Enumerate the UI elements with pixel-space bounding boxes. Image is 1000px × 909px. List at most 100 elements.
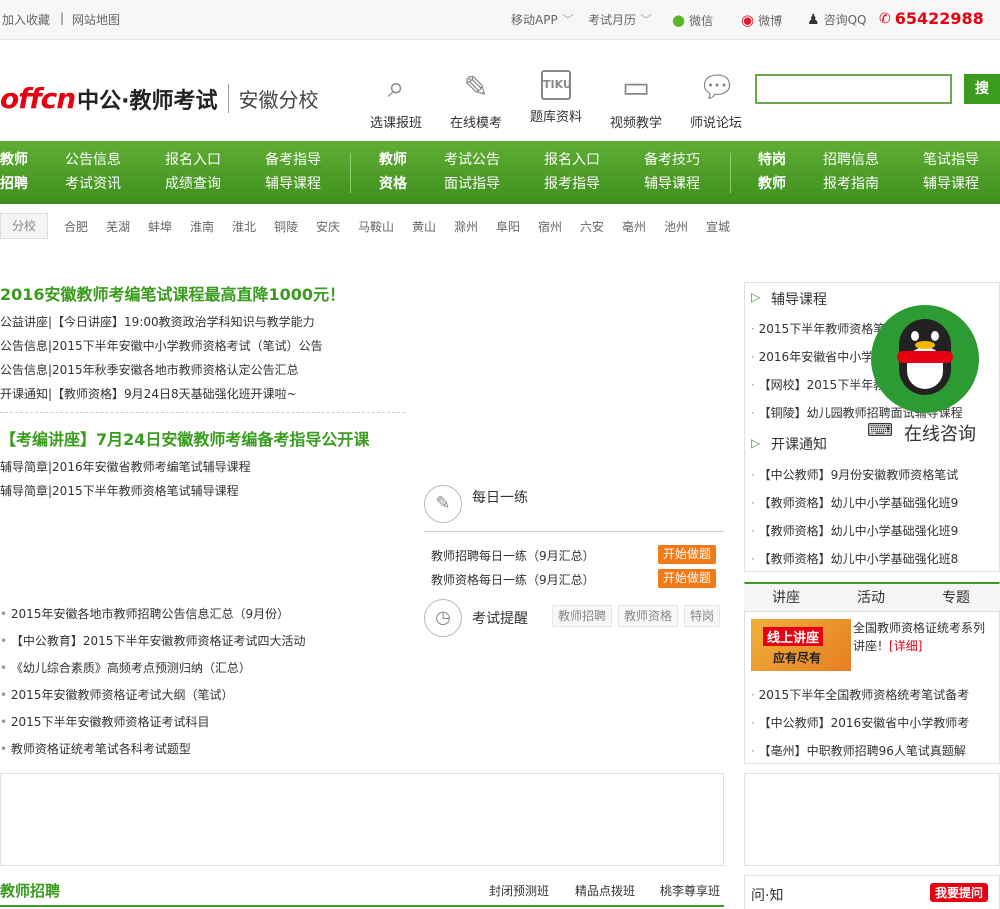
city-link[interactable]: 池州 (664, 218, 688, 235)
nav-link[interactable]: 成绩查询 (165, 172, 221, 196)
qa-title: 问·知 (751, 888, 784, 904)
phone-number[interactable]: ✆ 65422988 (879, 9, 984, 28)
news-item[interactable]: 辅导简章|2016年安徽省教师考编笔试辅导课程 (0, 458, 251, 475)
list-item[interactable]: • 教师资格证统考笔试各科考试题型 (0, 740, 191, 757)
banner-text: 线上讲座 (763, 627, 824, 646)
sitemap-link[interactable]: 网站地图 (72, 11, 120, 28)
nav-label: 选课报班 (369, 116, 422, 131)
city-link[interactable]: 合肥 (64, 218, 88, 235)
open-item[interactable]: · 【中公教师】9月份安徽教师资格笔试 (751, 466, 986, 483)
list-item[interactable]: • 《幼儿综合素质》高频考点预测归纳（汇总） (0, 659, 251, 676)
add-favorites-link[interactable]: 加入收藏 (2, 11, 50, 28)
reminder-tag[interactable]: 特岗 (684, 605, 721, 627)
nav-link[interactable]: 考试公告 (444, 148, 500, 172)
section-tab[interactable]: 精品点拨班 (575, 882, 635, 899)
nav-link[interactable]: 备考指导 (265, 148, 321, 172)
tiku-icon: TIKU (541, 70, 572, 100)
wechat-link[interactable]: ● 微信 (672, 11, 713, 29)
list-item[interactable]: • 2015年安徽各地市教师招聘公告信息汇总（9月份） (0, 605, 289, 622)
nav-category-teacher-qualification[interactable]: 教师 资格 (379, 148, 407, 196)
qq-penguin-icon[interactable] (871, 305, 979, 413)
practice-item[interactable]: 教师资格每日一练（9月汇总） (431, 571, 595, 588)
nav-link[interactable]: 面试指导 (444, 172, 500, 196)
site-logo[interactable]: offcn 中公·教师考试 安徽分校 (0, 82, 319, 115)
detail-link[interactable]: [详细] (889, 639, 922, 653)
lecture-intro[interactable]: 全国教师资格证统考系列讲座！[详细] (853, 619, 988, 655)
city-link[interactable]: 六安 (580, 218, 604, 235)
news-item[interactable]: 公告信息|2015年秋季安徽各地市教师资格认定公告汇总 (0, 361, 299, 378)
lecture-banner-image[interactable]: 线上讲座 应有尽有 (751, 619, 851, 671)
city-link[interactable]: 马鞍山 (358, 218, 394, 235)
reminder-tag[interactable]: 教师资格 (618, 605, 679, 627)
city-link[interactable]: 宣城 (706, 218, 730, 235)
city-link[interactable]: 安庆 (316, 218, 340, 235)
reminder-tag[interactable]: 教师招聘 (552, 605, 613, 627)
tab-activity[interactable]: 活动 (857, 587, 885, 607)
nav-video[interactable]: ▭ 视频教学 (601, 70, 671, 131)
exam-calendar-label: 考试月历 (588, 13, 637, 27)
nav-link[interactable]: 报名入口 (165, 148, 221, 172)
city-link[interactable]: 黄山 (412, 218, 436, 235)
nav-category-teacher-recruit[interactable]: 教师 招聘 (0, 148, 28, 196)
city-link[interactable]: 铜陵 (274, 218, 298, 235)
start-practice-button[interactable]: 开始做题 (658, 545, 717, 564)
city-link[interactable]: 芜湖 (106, 218, 130, 235)
tab-lecture[interactable]: 讲座 (772, 587, 800, 607)
nav-link[interactable]: 报考指南 (823, 172, 879, 196)
lecture-item[interactable]: · 2015下半年全国教师资格统考笔试备考 (751, 686, 986, 703)
qq-consult-link[interactable]: ♟ 咨询QQ (807, 11, 866, 28)
nav-link[interactable]: 报名入口 (544, 148, 600, 172)
qq-icon: ♟ (807, 11, 820, 28)
lecture-item[interactable]: · 【亳州】中职教师招聘96人笔试真题解 (751, 742, 986, 759)
nav-course-select[interactable]: ⌕ 选课报班 (361, 70, 431, 131)
list-item[interactable]: • 2015下半年安徽教师资格证考试科目 (0, 713, 209, 730)
news-item[interactable]: 辅导简章|2015下半年教师资格笔试辅导课程 (0, 482, 239, 499)
nav-link[interactable]: 招聘信息 (823, 148, 879, 172)
tab-topic[interactable]: 专题 (942, 587, 970, 607)
news-item[interactable]: 公告信息|2015下半年安徽中小学教师资格考试（笔试）公告 (0, 337, 323, 354)
open-item[interactable]: · 【教师资格】幼儿中小学基础强化班9 (751, 494, 986, 511)
nav-link[interactable]: 辅导课程 (265, 172, 321, 196)
nav-online-exam[interactable]: ✎ 在线模考 (441, 70, 511, 131)
mobile-app-menu[interactable]: 移动APP ﹀ (511, 11, 574, 28)
search-button[interactable]: 搜 (964, 74, 1000, 104)
city-link[interactable]: 宿州 (538, 218, 562, 235)
weibo-link[interactable]: ◉ 微博 (741, 11, 782, 29)
section-tab[interactable]: 封闭预测班 (489, 882, 549, 899)
news-item[interactable]: 开课通知|【教师资格】9月24日8天基础强化班开课啦~ (0, 385, 297, 402)
nav-category-special-post[interactable]: 特岗 教师 (758, 148, 786, 196)
headline-link[interactable]: 【考编讲座】7月24日安徽教师考编备考指导公开课 (0, 426, 369, 450)
nav-link[interactable]: 报考指导 (544, 172, 600, 196)
list-item[interactable]: • 2015年安徽教师资格证考试大纲（笔试） (0, 686, 233, 703)
city-link[interactable]: 蚌埠 (148, 218, 172, 235)
list-item[interactable]: • 【中公教育】2015下半年安徽教师资格证考试四大活动 (0, 632, 305, 649)
nav-link[interactable]: 笔试指导 (923, 148, 979, 172)
nav-link[interactable]: 辅导课程 (923, 172, 979, 196)
open-item[interactable]: · 【教师资格】幼儿中小学基础强化班8 (751, 550, 986, 567)
start-practice-button[interactable]: 开始做题 (658, 569, 717, 588)
open-item[interactable]: · 【教师资格】幼儿中小学基础强化班9 (751, 522, 986, 539)
section-tab[interactable]: 桃李尊享班 (660, 882, 720, 899)
online-consult-label[interactable]: 在线咨询 (904, 420, 976, 446)
course-item[interactable]: · 【铜陵】幼儿园教师招聘面试辅导课程 (751, 404, 986, 421)
city-link[interactable]: 淮北 (232, 218, 256, 235)
exam-calendar-menu[interactable]: 考试月历 ﹀ (588, 11, 652, 28)
nav-forum[interactable]: 💬︎ 师说论坛 (681, 70, 751, 131)
city-link[interactable]: 阜阳 (496, 218, 520, 235)
nav-question-bank[interactable]: TIKU 题库资料 (521, 70, 591, 125)
city-link[interactable]: 亳州 (622, 218, 646, 235)
city-link[interactable]: 淮南 (190, 218, 214, 235)
headline-link[interactable]: 2016安徽教师考编笔试课程最高直降1000元！ (0, 281, 345, 305)
news-item[interactable]: 公益讲座|【今日讲座】19:00教资政治学科知识与教学能力 (0, 313, 315, 330)
nav-link[interactable]: 辅导课程 (644, 172, 700, 196)
city-link[interactable]: 滁州 (454, 218, 478, 235)
nav-link[interactable]: 考试资讯 (65, 172, 121, 196)
ask-question-button[interactable]: 我要提问 (930, 883, 989, 902)
ad-placeholder (744, 773, 1000, 866)
search-input[interactable] (755, 74, 952, 104)
nav-link[interactable]: 备考技巧 (644, 148, 700, 172)
practice-item[interactable]: 教师招聘每日一练（9月汇总） (431, 547, 595, 564)
ad-placeholder (0, 773, 724, 866)
nav-link[interactable]: 公告信息 (65, 148, 121, 172)
lecture-item[interactable]: · 【中公教师】2016安徽省中小学教师考 (751, 714, 986, 731)
